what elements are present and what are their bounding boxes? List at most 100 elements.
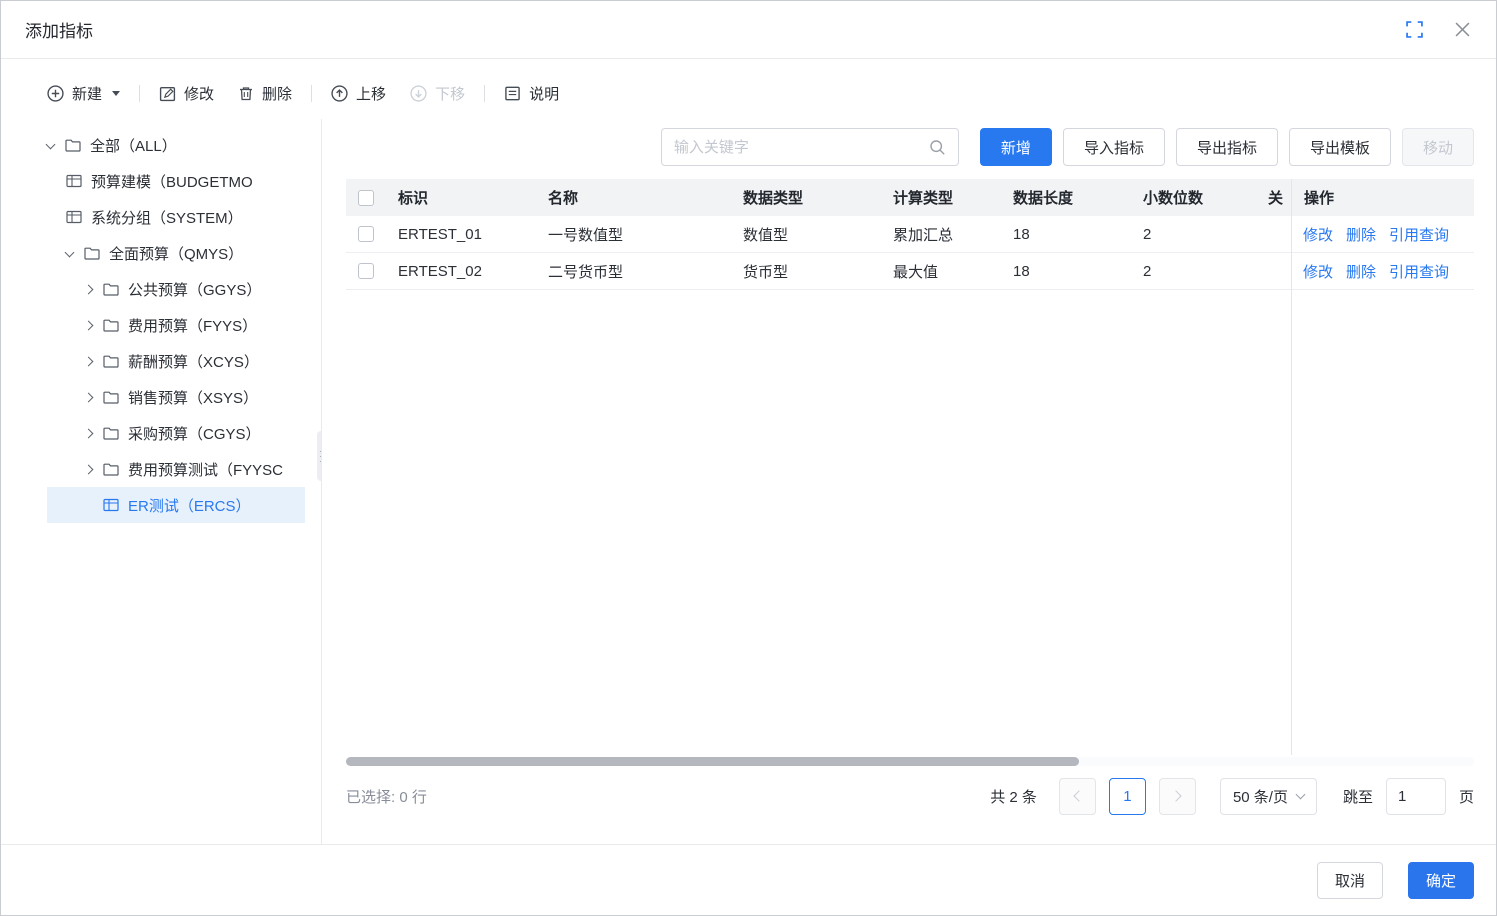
folder-icon bbox=[65, 138, 81, 152]
new-button[interactable]: 新建 bbox=[47, 83, 120, 104]
tree-item-ercs[interactable]: ER测试（ERCS） bbox=[47, 487, 305, 523]
import-indicator-button[interactable]: 导入指标 bbox=[1063, 128, 1165, 166]
tree-item-label: ER测试（ERCS） bbox=[128, 495, 251, 516]
tree-item-fyys[interactable]: 费用预算（FYYS） bbox=[47, 307, 305, 343]
chevron-left-icon bbox=[1073, 790, 1084, 801]
row-actions: 修改 删除 引用查询 bbox=[1292, 224, 1474, 245]
delete-link[interactable]: 删除 bbox=[1346, 224, 1376, 245]
dialog-header-icons bbox=[1404, 20, 1472, 40]
horizontal-scrollbar[interactable] bbox=[346, 757, 1474, 766]
tree-item-label: 采购预算（CGYS） bbox=[128, 423, 261, 444]
tree-item-label: 销售预算（XSYS） bbox=[128, 387, 258, 408]
arrow-down-circle-icon bbox=[410, 85, 427, 102]
table-row[interactable]: ERTEST_02 二号货币型 货币型 最大值 18 2 修改 删除 引用查询 bbox=[346, 253, 1474, 290]
export-template-button[interactable]: 导出模板 bbox=[1289, 128, 1391, 166]
tree-item-label: 费用预算（FYYS） bbox=[128, 315, 257, 336]
row-actions: 修改 删除 引用查询 bbox=[1292, 261, 1474, 282]
export-indicator-button[interactable]: 导出指标 bbox=[1176, 128, 1278, 166]
tree-item-budgetmodel[interactable]: 预算建模（BUDGETMO bbox=[47, 163, 305, 199]
ref-query-link[interactable]: 引用查询 bbox=[1389, 261, 1449, 282]
chevron-down-icon[interactable] bbox=[46, 139, 56, 149]
edit-link[interactable]: 修改 bbox=[1303, 261, 1333, 282]
fullscreen-icon[interactable] bbox=[1404, 20, 1424, 40]
tree-item-cgys[interactable]: 采购预算（CGYS） bbox=[47, 415, 305, 451]
delete-button[interactable]: 删除 bbox=[238, 83, 292, 104]
table-row[interactable]: ERTEST_01 一号数值型 数值型 累加汇总 18 2 修改 删除 引用查询 bbox=[346, 216, 1474, 253]
move-up-button-label: 上移 bbox=[356, 83, 386, 104]
add-indicator-dialog: 添加指标 新建 修改 删除 上移 bbox=[0, 0, 1497, 916]
cell-id: ERTEST_01 bbox=[386, 226, 536, 243]
table-empty-space bbox=[346, 290, 1474, 757]
add-button[interactable]: 新增 bbox=[980, 128, 1052, 166]
panel-resize-handle[interactable] bbox=[317, 431, 322, 481]
cell-length: 18 bbox=[1001, 226, 1131, 243]
move-up-button[interactable]: 上移 bbox=[331, 83, 386, 104]
folder-icon bbox=[103, 282, 119, 296]
tree-item-fyysc[interactable]: 费用预算测试（FYYSC bbox=[47, 451, 305, 487]
tree-item-all[interactable]: 全部（ALL） bbox=[47, 127, 305, 163]
document-icon bbox=[504, 85, 521, 102]
next-page-button[interactable] bbox=[1159, 778, 1196, 815]
table-icon bbox=[66, 174, 82, 188]
cell-data-type: 数值型 bbox=[731, 224, 881, 245]
chevron-right-icon[interactable] bbox=[84, 284, 94, 294]
search-input[interactable] bbox=[674, 139, 929, 156]
scrollbar-thumb[interactable] bbox=[346, 757, 1079, 766]
tree-item-system[interactable]: 系统分组（SYSTEM） bbox=[47, 199, 305, 235]
cell-calc-type: 最大值 bbox=[881, 261, 1001, 282]
cancel-button[interactable]: 取消 bbox=[1317, 862, 1383, 899]
column-header-id: 标识 bbox=[386, 187, 536, 208]
chevron-down-icon[interactable] bbox=[65, 247, 75, 257]
chevron-right-icon[interactable] bbox=[84, 428, 94, 438]
tree-item-label: 公共预算（GGYS） bbox=[128, 279, 261, 300]
chevron-right-icon bbox=[1170, 790, 1181, 801]
row-checkbox[interactable] bbox=[358, 226, 374, 242]
column-header-length: 数据长度 bbox=[1001, 187, 1131, 208]
edit-icon bbox=[159, 85, 176, 102]
cell-decimals: 2 bbox=[1131, 226, 1256, 243]
folder-icon bbox=[103, 426, 119, 440]
column-header-truncated: 关 bbox=[1256, 187, 1292, 208]
chevron-right-icon[interactable] bbox=[84, 320, 94, 330]
jump-page-input[interactable] bbox=[1386, 778, 1446, 815]
tree-item-xcys[interactable]: 薪酬预算（XCYS） bbox=[47, 343, 305, 379]
search-icon[interactable] bbox=[929, 139, 946, 156]
column-header-name: 名称 bbox=[536, 187, 731, 208]
table-icon bbox=[66, 210, 82, 224]
ref-query-link[interactable]: 引用查询 bbox=[1389, 224, 1449, 245]
page-number-button[interactable]: 1 bbox=[1109, 778, 1146, 815]
modify-button[interactable]: 修改 bbox=[159, 83, 214, 104]
chevron-right-icon[interactable] bbox=[84, 392, 94, 402]
close-icon[interactable] bbox=[1452, 20, 1472, 40]
cell-decimals: 2 bbox=[1131, 263, 1256, 280]
move-down-button[interactable]: 下移 bbox=[410, 83, 465, 104]
folder-icon bbox=[103, 354, 119, 368]
toolbar-divider bbox=[139, 85, 140, 102]
select-all-checkbox[interactable] bbox=[358, 190, 374, 206]
row-checkbox[interactable] bbox=[358, 263, 374, 279]
cell-name: 一号数值型 bbox=[536, 224, 731, 245]
page-size-select[interactable]: 50 条/页 bbox=[1220, 778, 1317, 815]
jump-unit: 页 bbox=[1459, 786, 1474, 807]
help-button[interactable]: 说明 bbox=[504, 83, 559, 104]
new-button-label: 新建 bbox=[72, 83, 102, 104]
tree-item-xsys[interactable]: 销售预算（XSYS） bbox=[47, 379, 305, 415]
tree-item-qmys[interactable]: 全面预算（QMYS） bbox=[47, 235, 305, 271]
edit-link[interactable]: 修改 bbox=[1303, 224, 1333, 245]
prev-page-button[interactable] bbox=[1059, 778, 1096, 815]
confirm-button[interactable]: 确定 bbox=[1408, 862, 1474, 899]
delete-link[interactable]: 删除 bbox=[1346, 261, 1376, 282]
chevron-right-icon[interactable] bbox=[84, 356, 94, 366]
modify-button-label: 修改 bbox=[184, 83, 214, 104]
dialog-body: 全部（ALL） 预算建模（BUDGETMO 系统分组（SYSTEM） 全面预算（… bbox=[1, 119, 1496, 844]
cell-calc-type: 累加汇总 bbox=[881, 224, 1001, 245]
tree-item-ggys[interactable]: 公共预算（GGYS） bbox=[47, 271, 305, 307]
delete-button-label: 删除 bbox=[262, 83, 292, 104]
list-actions-row: 新增 导入指标 导出指标 导出模板 移动 bbox=[346, 127, 1474, 167]
move-button[interactable]: 移动 bbox=[1402, 128, 1474, 166]
fixed-column-divider bbox=[1291, 179, 1292, 755]
table-icon bbox=[103, 498, 119, 512]
chevron-right-icon[interactable] bbox=[84, 464, 94, 474]
total-count: 共 2 条 bbox=[990, 786, 1037, 807]
cell-length: 18 bbox=[1001, 263, 1131, 280]
